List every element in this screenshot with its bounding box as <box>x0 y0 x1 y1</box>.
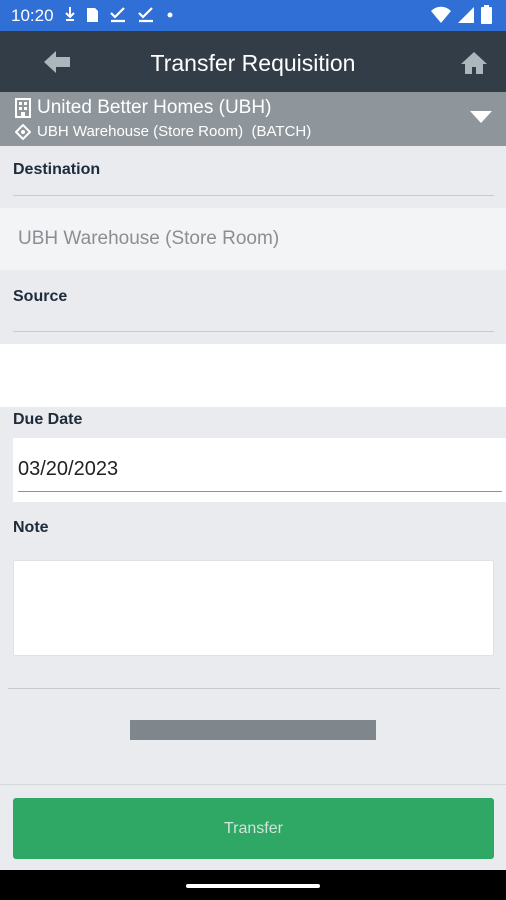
system-nav-bar <box>0 870 506 900</box>
source-underline <box>13 331 494 332</box>
status-notification-icons <box>64 5 175 23</box>
destination-value: UBH Warehouse (Store Room) <box>18 228 280 249</box>
battery-icon <box>481 5 492 24</box>
wifi-icon <box>431 6 451 23</box>
building-icon <box>15 98 31 118</box>
app-bar: Transfer Requisition <box>0 31 506 92</box>
location-row: UBH Warehouse (Store Room) (BATCH) <box>15 123 311 140</box>
download-icon <box>65 7 75 21</box>
home-icon[interactable] <box>460 51 488 75</box>
note-label: Note <box>13 519 49 536</box>
status-system-icons <box>431 5 492 24</box>
organization-name: United Better Homes (UBH) <box>37 97 272 118</box>
section-divider <box>8 688 500 689</box>
note-textarea[interactable] <box>13 560 494 656</box>
location-diamond-icon <box>15 123 31 140</box>
source-field[interactable] <box>0 344 506 407</box>
organization-row: United Better Homes (UBH) <box>15 97 271 119</box>
due-date-underline <box>18 491 502 492</box>
check-icon <box>138 7 153 23</box>
context-selector[interactable]: United Better Homes (UBH) UBH Warehouse … <box>0 92 506 146</box>
page-title: Transfer Requisition <box>150 50 356 76</box>
transfer-button[interactable]: Transfer <box>13 798 494 859</box>
status-time: 10:20 <box>11 6 54 25</box>
destination-field[interactable]: UBH Warehouse (Store Room) <box>0 208 506 270</box>
source-label: Source <box>13 288 68 305</box>
signal-icon <box>458 6 474 23</box>
location-name: UBH Warehouse (Store Room) (BATCH) <box>37 123 312 140</box>
dot-icon <box>167 12 173 18</box>
loading-bar <box>130 720 376 740</box>
sim-card-icon <box>87 8 98 22</box>
destination-label: Destination <box>13 161 101 178</box>
due-date-input[interactable]: 03/20/2023 <box>13 438 506 502</box>
due-date-label: Due Date <box>13 411 83 428</box>
status-bar: 10:20 <box>0 0 506 31</box>
due-date-value: 03/20/2023 <box>18 458 119 480</box>
destination-underline <box>13 195 494 196</box>
home-gesture-handle[interactable] <box>186 884 320 888</box>
check-icon <box>110 7 125 23</box>
dropdown-caret-icon[interactable] <box>470 111 492 123</box>
